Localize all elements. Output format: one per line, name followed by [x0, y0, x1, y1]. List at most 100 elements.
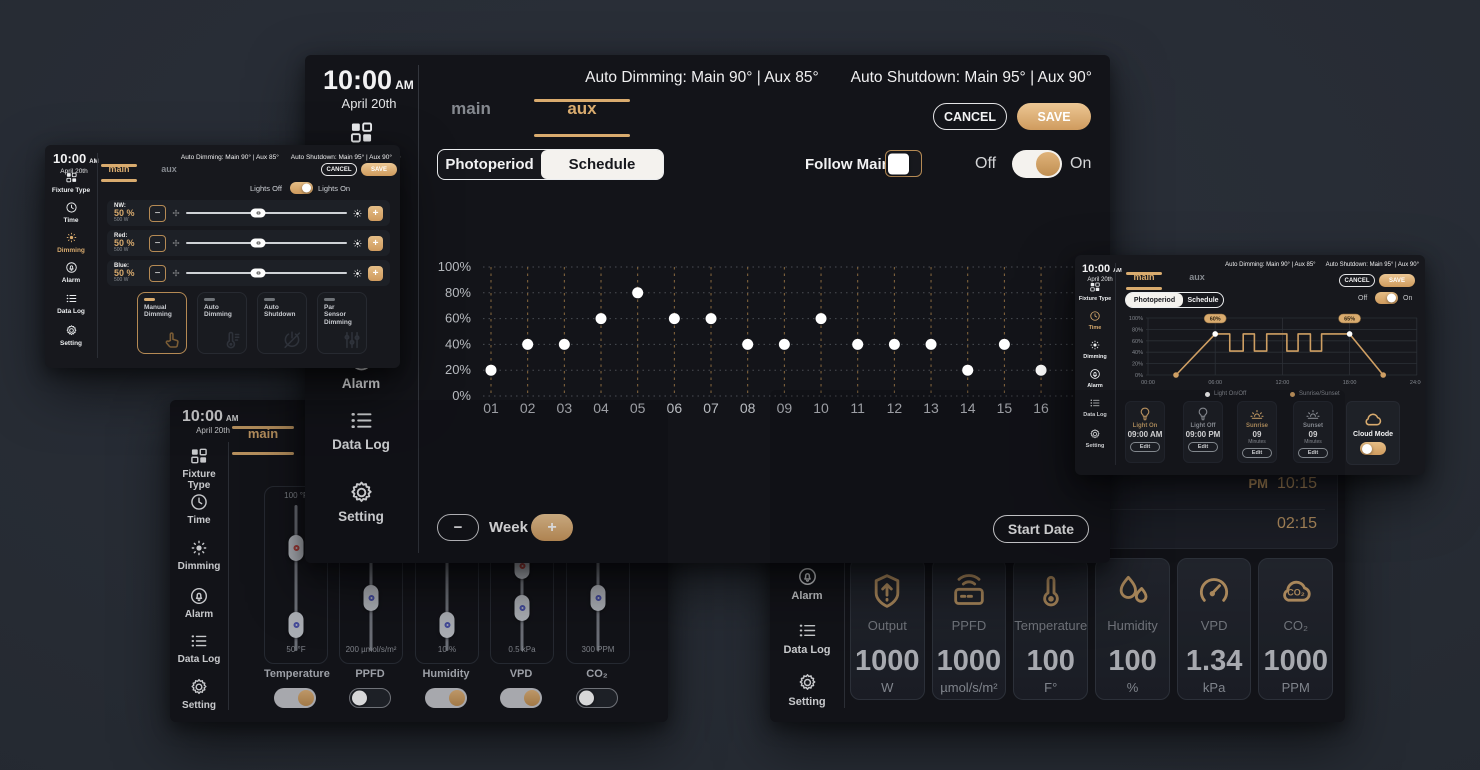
- week-plus-button[interactable]: +: [531, 514, 573, 541]
- dim-slider-knob[interactable]: [251, 209, 266, 218]
- start-date-button[interactable]: Start Date: [993, 515, 1089, 543]
- sidebar-item-alarm[interactable]: Alarm: [1075, 368, 1115, 390]
- dim-slider-knob[interactable]: [251, 239, 266, 248]
- segment-photoperiod[interactable]: Photoperiod: [1126, 293, 1183, 307]
- schedule-point[interactable]: [742, 339, 753, 350]
- tab-main[interactable]: main: [421, 99, 521, 137]
- sidebar-item-fixture-type[interactable]: Fixture Type: [170, 446, 228, 491]
- segment-schedule[interactable]: Schedule: [541, 150, 663, 179]
- alarm-min-handle[interactable]: [591, 585, 606, 611]
- cancel-button[interactable]: CANCEL: [933, 103, 1007, 130]
- photoperiod-card-cloud-mode[interactable]: Cloud Mode: [1346, 401, 1400, 465]
- edit-button[interactable]: Edit: [1130, 442, 1160, 452]
- week-minus-button[interactable]: −: [437, 514, 479, 541]
- sidebar-item-data-log[interactable]: Data Log: [774, 620, 840, 657]
- sidebar-item-setting[interactable]: Setting: [774, 672, 840, 709]
- photoperiod-card-sunset[interactable]: Sunset 09 Minutes Edit: [1293, 401, 1333, 463]
- tab-aux[interactable]: aux: [532, 99, 632, 137]
- schedule-point[interactable]: [1036, 365, 1047, 376]
- dim-decrease-button[interactable]: −: [149, 205, 166, 222]
- photoperiod-card-sunrise[interactable]: Sunrise 09 Minutes Edit: [1237, 401, 1277, 463]
- CO₂-alarm-toggle[interactable]: [576, 688, 618, 708]
- alarm-min-handle[interactable]: [440, 612, 455, 638]
- schedule-point[interactable]: [596, 313, 607, 324]
- sidebar-item-data-log[interactable]: Data Log: [170, 631, 228, 666]
- sidebar-item-data-log[interactable]: Data Log: [1075, 397, 1115, 419]
- sidebar-item-time[interactable]: Time: [45, 201, 97, 225]
- power-toggle[interactable]: [1012, 150, 1062, 178]
- follow-main-toggle[interactable]: [885, 150, 922, 177]
- schedule-point[interactable]: [779, 339, 790, 350]
- schedule-point[interactable]: [816, 313, 827, 324]
- sidebar-item-fixture-type[interactable]: Fixture Type: [45, 171, 97, 195]
- dim-increase-button[interactable]: +: [368, 236, 383, 251]
- dim-increase-button[interactable]: +: [368, 206, 383, 221]
- photoperiod-point[interactable]: [1212, 331, 1218, 337]
- sidebar-item-dimming[interactable]: Dimming: [45, 231, 97, 255]
- edit-button[interactable]: Edit: [1188, 442, 1218, 452]
- sidebar-item-setting[interactable]: Setting: [45, 324, 97, 348]
- alarm-min-handle[interactable]: [364, 585, 379, 611]
- power-toggle[interactable]: [1375, 292, 1398, 304]
- time-row[interactable]: 02:15: [1277, 515, 1317, 533]
- photoperiod-point[interactable]: [1380, 372, 1386, 378]
- PPFD-alarm-toggle[interactable]: [349, 688, 391, 708]
- dim-slider-track[interactable]: [186, 242, 347, 244]
- sidebar-item-dimming[interactable]: Dimming: [170, 538, 228, 573]
- segment-schedule[interactable]: Schedule: [1183, 293, 1223, 307]
- sidebar-item-alarm[interactable]: Alarm: [170, 586, 228, 621]
- sidebar-item-setting[interactable]: Setting: [1075, 428, 1115, 450]
- sidebar-item-data-log[interactable]: Data Log: [45, 292, 97, 316]
- schedule-point[interactable]: [926, 339, 937, 350]
- schedule-point[interactable]: [522, 339, 533, 350]
- schedule-point[interactable]: [999, 339, 1010, 350]
- mode-card-par-sensor-dimming[interactable]: ParSensor Dimming: [317, 292, 367, 354]
- cloud-mode-toggle[interactable]: [1360, 442, 1386, 455]
- save-button[interactable]: SAVE: [361, 163, 397, 176]
- sidebar-item-setting[interactable]: Setting: [305, 479, 417, 524]
- time-row[interactable]: PM 10:15: [1248, 475, 1317, 493]
- sidebar-item-time[interactable]: Time: [1075, 310, 1115, 332]
- schedule-point[interactable]: [852, 339, 863, 350]
- tab-main[interactable]: main: [1124, 272, 1164, 290]
- tab-aux[interactable]: aux: [1177, 272, 1217, 290]
- Humidity-alarm-toggle[interactable]: [425, 688, 467, 708]
- dim-slider-track[interactable]: [186, 212, 347, 214]
- tab-main[interactable]: main: [230, 426, 296, 455]
- segment-photoperiod[interactable]: Photoperiod: [438, 150, 541, 179]
- alarm-max-handle[interactable]: [289, 535, 304, 561]
- photoperiod-point[interactable]: [1173, 372, 1179, 378]
- photoperiod-point[interactable]: [1347, 331, 1353, 337]
- photoperiod-card-light-off[interactable]: Light Off 09:00 PM Edit: [1183, 401, 1223, 463]
- schedule-point[interactable]: [706, 313, 717, 324]
- tab-main[interactable]: main: [99, 164, 139, 182]
- sidebar-item-time[interactable]: Time: [170, 492, 228, 527]
- schedule-point[interactable]: [632, 287, 643, 298]
- sidebar-item-data-log[interactable]: Data Log: [305, 407, 417, 452]
- sidebar-item-fixture-type[interactable]: Fixture Type: [1075, 281, 1115, 303]
- dim-slider-knob[interactable]: [251, 269, 266, 278]
- alarm-min-handle[interactable]: [515, 595, 530, 621]
- dim-slider-track[interactable]: [186, 272, 347, 274]
- schedule-point[interactable]: [889, 339, 900, 350]
- schedule-point[interactable]: [486, 365, 497, 376]
- mode-card-auto-dimming[interactable]: AutoDimming: [197, 292, 247, 354]
- cancel-button[interactable]: CANCEL: [321, 163, 357, 176]
- sidebar-item-setting[interactable]: Setting: [170, 677, 228, 712]
- sidebar-item-dimming[interactable]: Dimming: [1075, 339, 1115, 361]
- sidebar-item-alarm[interactable]: Alarm: [774, 566, 840, 603]
- alarm-min-handle[interactable]: [289, 612, 304, 638]
- edit-button[interactable]: Edit: [1242, 448, 1272, 458]
- schedule-point[interactable]: [669, 313, 680, 324]
- mode-card-manual-dimming[interactable]: ManualDimming: [137, 292, 187, 354]
- photoperiod-card-light-on[interactable]: Light On 09:00 AM Edit: [1125, 401, 1165, 463]
- dim-decrease-button[interactable]: −: [149, 235, 166, 252]
- save-button[interactable]: SAVE: [1017, 103, 1091, 130]
- VPD-alarm-toggle[interactable]: [500, 688, 542, 708]
- save-button[interactable]: SAVE: [1379, 274, 1415, 287]
- dim-increase-button[interactable]: +: [368, 266, 383, 281]
- schedule-point[interactable]: [559, 339, 570, 350]
- dim-decrease-button[interactable]: −: [149, 265, 166, 282]
- tab-aux[interactable]: aux: [149, 164, 189, 182]
- sidebar-item-alarm[interactable]: Alarm: [45, 261, 97, 285]
